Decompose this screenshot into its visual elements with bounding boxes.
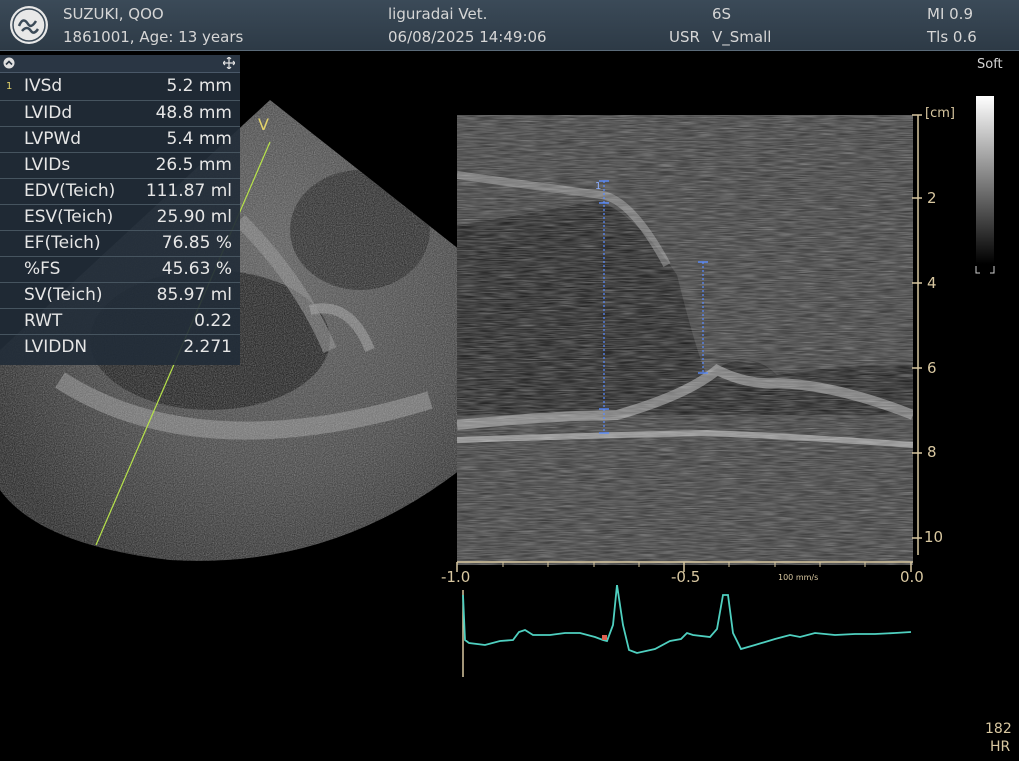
mi-value: MI 0.9 bbox=[927, 5, 973, 23]
patient-info: 1861001, Age: 13 years bbox=[63, 28, 244, 46]
collapse-icon[interactable] bbox=[3, 57, 15, 69]
measurement-row[interactable]: RWT 0.22 bbox=[0, 308, 240, 335]
measurement-row[interactable]: %FS 45.63 % bbox=[0, 256, 240, 283]
measurement-row[interactable]: ESV(Teich) 25.90 ml bbox=[0, 204, 240, 231]
measurement-row[interactable]: LVPWd 5.4 mm bbox=[0, 126, 240, 153]
measurement-row[interactable]: LVIDs 26.5 mm bbox=[0, 152, 240, 179]
map-label: Soft bbox=[977, 57, 1003, 72]
time-tick: -0.5 bbox=[671, 568, 701, 586]
bmode-marker: V bbox=[258, 115, 269, 134]
heart-rate-label: HR bbox=[990, 739, 1011, 755]
sweep-speed: 100 mm/s bbox=[778, 573, 819, 582]
map-bracket-icon bbox=[975, 266, 995, 274]
depth-tick: 10 bbox=[924, 528, 944, 546]
depth-scale bbox=[912, 114, 922, 555]
probe-name: 6S bbox=[712, 5, 732, 23]
time-tick: 0.0 bbox=[900, 568, 924, 586]
measurement-row[interactable]: IVSd 5.2 mm bbox=[0, 74, 240, 100]
depth-unit: [cm] bbox=[925, 106, 955, 121]
depth-tick: 2 bbox=[927, 189, 937, 207]
header-bar: SUZUKI, QOO 1861001, Age: 13 years ligur… bbox=[0, 0, 1019, 51]
preset-name: V_Small bbox=[712, 28, 772, 46]
move-icon[interactable] bbox=[223, 57, 235, 69]
measurement-row[interactable]: EDV(Teich) 111.87 ml bbox=[0, 178, 240, 205]
depth-tick: 6 bbox=[927, 359, 937, 377]
preset-user: USR bbox=[669, 28, 700, 46]
ecg-trace bbox=[462, 585, 912, 677]
tis-value: Tls 0.6 bbox=[927, 28, 977, 46]
caliper-number: 1 bbox=[595, 181, 601, 192]
patient-name: SUZUKI, QOO bbox=[63, 5, 164, 23]
heart-rate-value: 182 bbox=[985, 721, 1012, 737]
ge-logo-icon bbox=[10, 6, 48, 44]
time-tick: -1.0 bbox=[441, 568, 471, 586]
depth-tick: 4 bbox=[927, 274, 937, 292]
grayscale-map-bar bbox=[976, 96, 994, 264]
clinic-name: liguradai Vet. bbox=[388, 5, 488, 23]
exam-datetime: 06/08/2025 14:49:06 bbox=[388, 28, 547, 46]
measurement-row[interactable]: EF(Teich) 76.85 % bbox=[0, 230, 240, 257]
measurement-panel[interactable]: 1 IVSd 5.2 mm LVIDd 48.8 mm LVPWd 5.4 mm LV… bbox=[0, 55, 240, 365]
measurement-row[interactable]: LVIDd 48.8 mm bbox=[0, 100, 240, 127]
measurement-row[interactable]: LVIDDN 2.271 bbox=[0, 334, 240, 361]
measurement-row[interactable]: SV(Teich) 85.97 ml bbox=[0, 282, 240, 309]
mmode-image[interactable]: 1 bbox=[457, 115, 913, 565]
depth-tick: 8 bbox=[927, 443, 937, 461]
